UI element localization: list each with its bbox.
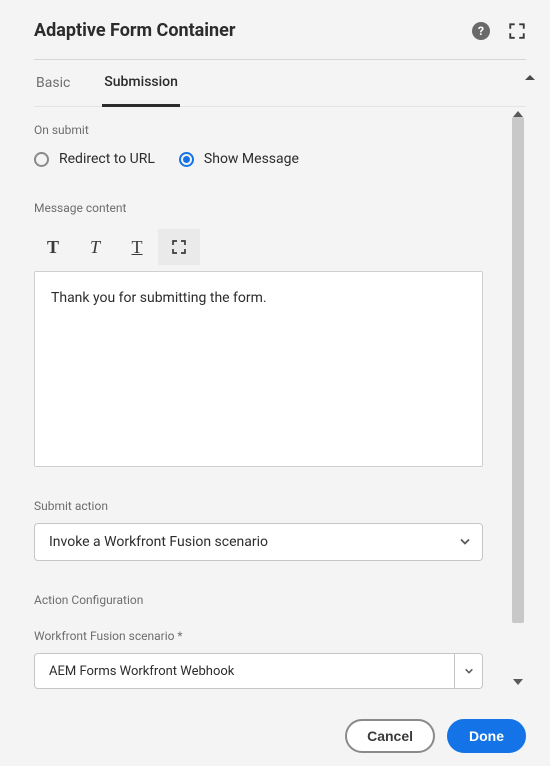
help-icon[interactable]: ? xyxy=(472,22,490,40)
tab-basic[interactable]: Basic xyxy=(34,61,72,105)
submit-action-select[interactable]: Invoke a Workfront Fusion scenario xyxy=(34,523,483,561)
done-button[interactable]: Done xyxy=(447,719,526,753)
panel-header: Adaptive Form Container ? xyxy=(34,20,526,60)
workfront-scenario-value: AEM Forms Workfront Webhook xyxy=(49,664,234,679)
submit-action-value: Invoke a Workfront Fusion scenario xyxy=(49,534,268,550)
radio-redirect-to-url[interactable]: Redirect to URL xyxy=(34,151,155,167)
submit-action-label: Submit action xyxy=(34,499,498,513)
scroll-thumb[interactable] xyxy=(512,117,524,623)
collapse-toggle-icon[interactable] xyxy=(518,66,542,90)
italic-button[interactable]: T xyxy=(74,229,116,265)
radio-redirect-label: Redirect to URL xyxy=(59,151,155,167)
workfront-scenario-label: Workfront Fusion scenario * xyxy=(34,629,498,643)
message-content-label: Message content xyxy=(34,201,498,215)
scrollbar[interactable] xyxy=(510,107,526,689)
page-title: Adaptive Form Container xyxy=(34,20,235,41)
tab-bar: Basic Submission xyxy=(34,60,526,107)
message-content-text: Thank you for submitting the form. xyxy=(51,290,267,306)
content-area: On submit Redirect to URL Show Message M… xyxy=(34,107,508,689)
on-submit-label: On submit xyxy=(34,123,498,137)
rte-toolbar: T T T xyxy=(34,229,498,265)
underline-button[interactable]: T xyxy=(116,229,158,265)
footer: Cancel Done xyxy=(34,689,526,753)
workfront-scenario-dropdown-button[interactable] xyxy=(455,653,483,689)
tab-submission[interactable]: Submission xyxy=(102,60,180,107)
radio-show-message-label: Show Message xyxy=(204,151,299,167)
fullscreen-icon[interactable] xyxy=(508,22,526,40)
message-content-input[interactable]: Thank you for submitting the form. xyxy=(34,271,483,467)
cancel-button[interactable]: Cancel xyxy=(345,719,435,753)
radio-checked-icon xyxy=(179,152,194,167)
workfront-scenario-select[interactable]: AEM Forms Workfront Webhook xyxy=(34,653,455,689)
radio-show-message[interactable]: Show Message xyxy=(179,151,299,167)
scroll-track[interactable] xyxy=(510,117,526,679)
fullscreen-rte-button[interactable] xyxy=(158,229,200,265)
scroll-down-icon[interactable] xyxy=(513,679,523,685)
bold-button[interactable]: T xyxy=(34,229,74,265)
radio-unchecked-icon xyxy=(34,152,49,167)
action-configuration-label: Action Configuration xyxy=(34,593,498,607)
